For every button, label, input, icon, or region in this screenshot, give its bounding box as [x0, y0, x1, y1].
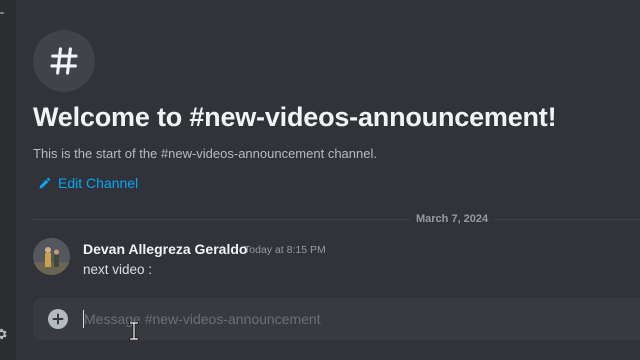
- pencil-icon: [39, 177, 51, 189]
- gear-icon[interactable]: [0, 327, 8, 341]
- message-author[interactable]: Devan Allegreza Geraldo: [83, 240, 247, 258]
- date-divider: [33, 219, 640, 220]
- date-divider-label: March 7, 2024: [410, 212, 495, 226]
- chat-view: Welcome to #new-videos-announcement! Thi…: [0, 0, 640, 360]
- welcome-subtitle: This is the start of the #new-videos-ann…: [33, 146, 377, 161]
- message-timestamp: Today at 8:15 PM: [244, 244, 326, 256]
- avatar[interactable]: [33, 238, 70, 275]
- hash-icon: [50, 47, 78, 75]
- welcome-title: Welcome to #new-videos-announcement!: [33, 102, 557, 132]
- plus-icon: [52, 313, 64, 325]
- edit-channel-link[interactable]: Edit Channel: [38, 173, 138, 193]
- message-content: next video :: [83, 262, 153, 277]
- message-composer: [33, 298, 640, 340]
- server-sidebar-edge: [0, 0, 16, 360]
- channel-hash-badge: [33, 30, 95, 92]
- message-input[interactable]: [84, 306, 584, 332]
- message-item: Devan Allegreza Geraldo Today at 8:15 PM…: [33, 238, 640, 282]
- add-attachment-button[interactable]: [48, 309, 68, 329]
- edit-channel-label: Edit Channel: [58, 175, 139, 191]
- sidebar-indicator: [0, 12, 4, 14]
